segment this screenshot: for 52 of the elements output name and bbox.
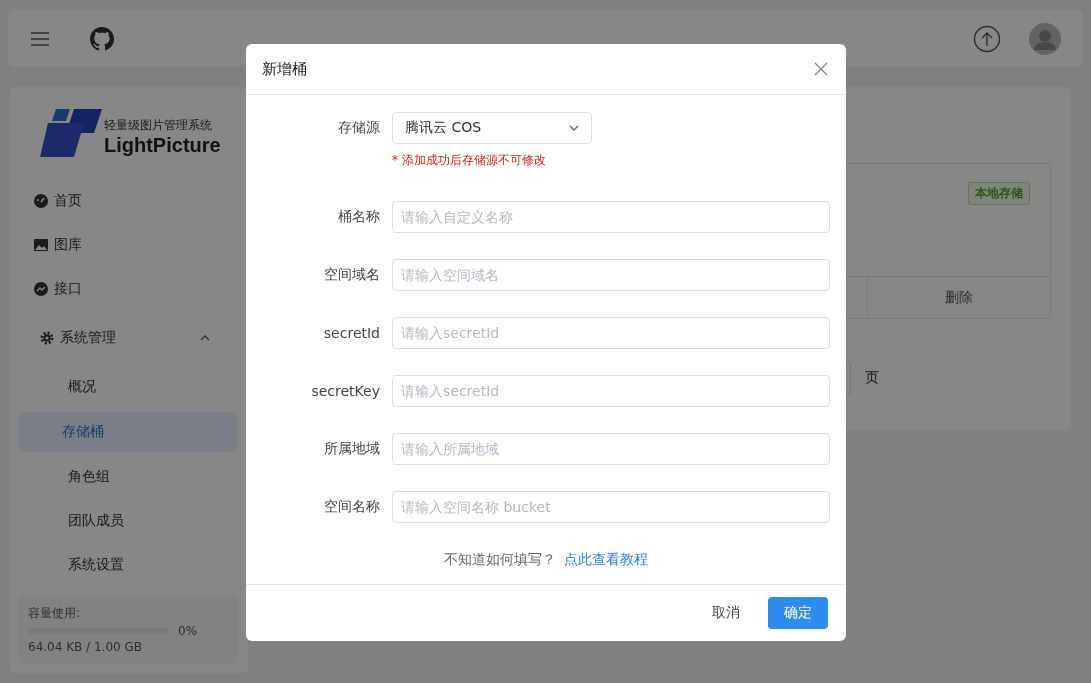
field-label: secretId <box>322 325 381 341</box>
page-suffix: 页 <box>865 369 879 387</box>
help-text: 不知道如何填写？ <box>444 551 556 569</box>
nav-item[interactable]: 首页 <box>18 179 240 223</box>
logo-subtitle: 轻量级图片管理系统 <box>104 117 213 134</box>
nav-item[interactable]: 接口 <box>18 267 240 311</box>
nav-sub-item[interactable]: 系统设置 <box>20 543 240 587</box>
nav-label: 接口 <box>54 280 82 298</box>
nav-sub-item[interactable]: 角色组 <box>20 455 240 499</box>
storage-tag: 本地存储 <box>968 182 1030 205</box>
usage-percent: 0% <box>178 624 198 638</box>
nav-item[interactable]: 图库 <box>18 223 240 267</box>
dialog-title: 新增桶 <box>262 59 307 79</box>
usage-label: 容量使用: <box>28 605 82 622</box>
usage-amount: 64.04 KB / 1.00 GB <box>28 640 143 654</box>
logo-icon <box>40 109 102 157</box>
field-label: 所属地域 <box>323 440 381 458</box>
input-field[interactable]: 请输入空间域名 <box>392 259 830 291</box>
input-field[interactable]: 请输入secretId <box>392 375 830 407</box>
confirm-button[interactable]: 确定 <box>768 597 828 629</box>
menu-icon[interactable] <box>30 30 50 47</box>
input-field[interactable]: 请输入所属地域 <box>392 433 830 465</box>
field-label: 空间域名 <box>323 266 381 284</box>
caret-icon <box>569 125 579 131</box>
source-note: * 添加成功后存储源不可修改 <box>391 152 547 169</box>
field-label: secretKey <box>310 383 381 399</box>
field-label: 空间名称 <box>323 498 381 516</box>
nav-sub-item[interactable]: 团队成员 <box>20 499 240 543</box>
delete-action[interactable]: 删除 <box>867 277 1050 318</box>
image-icon <box>34 239 48 251</box>
nav-group[interactable]: 系统管理 <box>18 311 240 365</box>
source-select[interactable]: 腾讯云 COS <box>392 112 592 144</box>
input-field[interactable]: 请输入自定义名称 <box>392 201 830 233</box>
nav-sub-item[interactable]: 存储桶 <box>18 412 238 452</box>
nav-group-label: 系统管理 <box>60 329 117 347</box>
avatar-icon[interactable] <box>1029 22 1061 55</box>
dashboard-icon <box>34 194 48 208</box>
nav-sub-item[interactable]: 概况 <box>20 365 240 409</box>
close-icon[interactable] <box>814 62 828 76</box>
logo-name: LightPicture <box>104 134 221 157</box>
cancel-button[interactable]: 取消 <box>698 597 754 629</box>
nav-label: 首页 <box>54 192 82 210</box>
field-label: 桶名称 <box>337 208 381 226</box>
field-label: 存储源 <box>337 119 381 137</box>
input-field[interactable]: 请输入secretId <box>392 317 830 349</box>
tutorial-link[interactable]: 点此查看教程 <box>564 551 648 569</box>
gear-icon <box>40 331 54 345</box>
nav-label: 图库 <box>54 236 82 254</box>
upload-icon[interactable] <box>973 24 1001 53</box>
input-field[interactable]: 请输入空间名称 bucket <box>392 491 830 523</box>
chart-icon <box>34 282 48 296</box>
github-icon[interactable] <box>90 26 114 51</box>
